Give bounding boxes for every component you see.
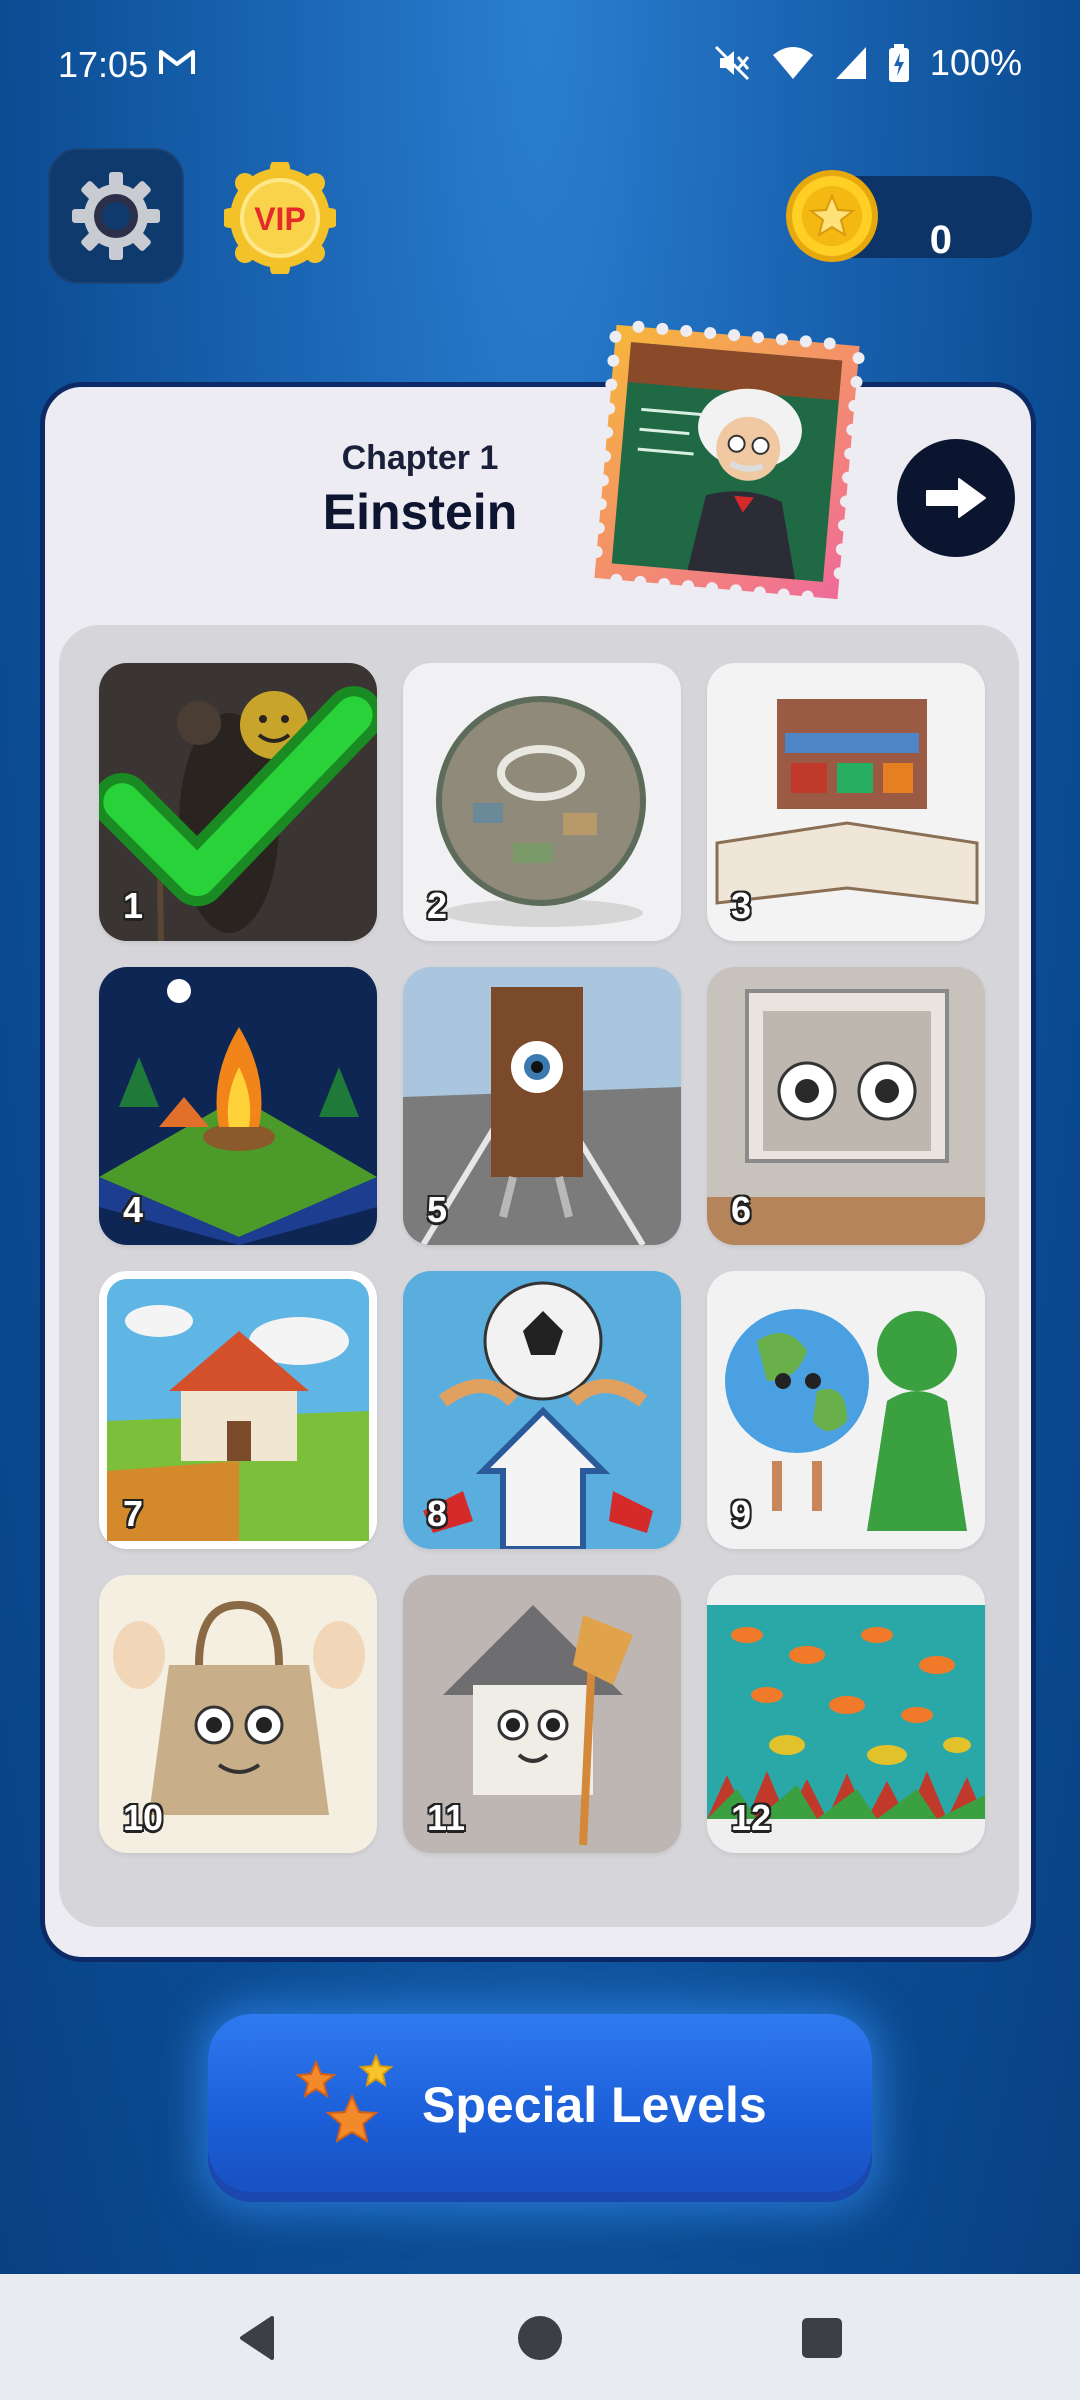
coin-icon (786, 170, 878, 262)
arrow-right-icon (926, 478, 986, 518)
vip-badge[interactable]: VIP (224, 162, 336, 274)
level-number: 6 (731, 1189, 752, 1230)
einstein-stamp-image (590, 320, 865, 603)
level-tile-10[interactable]: 10 (99, 1575, 377, 1853)
level-tile-4[interactable]: 4 (99, 967, 377, 1245)
top-bar: VIP 0 (0, 148, 1080, 288)
level-number: 8 (427, 1493, 448, 1534)
status-time: 17:05 (58, 44, 149, 85)
level-tile-5[interactable]: 5 (403, 967, 681, 1245)
recents-icon[interactable] (794, 2310, 850, 2366)
level-number: 9 (731, 1493, 752, 1534)
level-number: 10 (123, 1797, 164, 1838)
chapter-card: Chapter 1 Einstein 1 2 3 4 5 6 7 8 9 10 … (40, 320, 1036, 1962)
signal-icon (835, 47, 866, 79)
status-bar: 17:05 100% (0, 0, 1080, 130)
gear-icon (72, 172, 160, 260)
special-levels-label: Special Levels (422, 2077, 767, 2133)
home-icon[interactable] (512, 2310, 568, 2366)
system-nav-bar (0, 2274, 1080, 2400)
special-levels-button[interactable]: Special Levels (208, 2014, 872, 2202)
level-tile-8[interactable]: 8 (403, 1271, 681, 1549)
battery-icon (888, 44, 909, 82)
level-number: 3 (731, 885, 752, 926)
next-chapter-button[interactable] (897, 439, 1015, 557)
vip-label: VIP (254, 201, 306, 237)
mute-icon (714, 45, 750, 81)
level-tile-2[interactable]: 2 (403, 663, 681, 941)
level-tile-6[interactable]: 6 (707, 967, 985, 1245)
level-tile-1[interactable]: 1 (99, 663, 377, 941)
levels-grid: 1 2 3 4 5 6 7 8 9 10 11 12 (59, 625, 1019, 1927)
level-number: 2 (427, 885, 448, 926)
level-number: 5 (427, 1189, 448, 1230)
gmail-icon (159, 50, 195, 74)
level-number: 11 (427, 1797, 466, 1838)
level-tile-3[interactable]: 3 (707, 663, 985, 941)
level-number: 7 (123, 1493, 144, 1534)
settings-button[interactable] (48, 148, 184, 284)
level-tile-7[interactable]: 7 (99, 1271, 377, 1549)
stars-icon (295, 2053, 394, 2144)
level-number: 4 (123, 1189, 144, 1230)
back-icon[interactable] (230, 2310, 286, 2366)
battery-percent: 100% (929, 42, 1022, 83)
wifi-icon (772, 47, 813, 79)
status-icons: 100% (712, 42, 1022, 84)
level-tile-12[interactable]: 12 (707, 1575, 985, 1853)
level-tile-11[interactable]: 11 (403, 1575, 681, 1853)
level-number: 1 (123, 885, 144, 926)
level-number: 12 (731, 1797, 772, 1838)
coin-value: 0 (929, 218, 952, 262)
level-tile-9[interactable]: 9 (707, 1271, 985, 1549)
